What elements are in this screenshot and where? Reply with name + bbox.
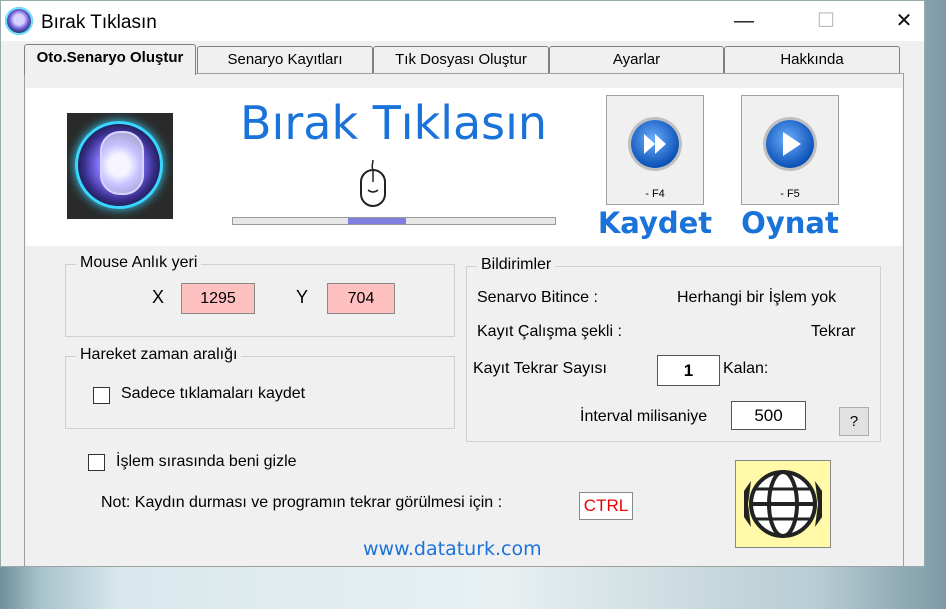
scenario-end-value: Herhangi bir İşlem yok <box>677 289 837 306</box>
scenario-end-label: Senarvo Bitince : <box>477 289 598 306</box>
record-button[interactable]: - F4 <box>606 95 704 205</box>
repeat-count-input[interactable]: 1 <box>657 355 720 386</box>
dataturk-emblem-icon <box>744 470 822 538</box>
banner-title: Bırak Tıklasın <box>240 96 548 150</box>
progress-fill <box>348 218 406 224</box>
tab-bar: Oto.Senaryo Oluştur Senaryo Kayıtları Tı… <box>24 44 904 75</box>
tab-tik-dosyasi[interactable]: Tık Dosyası Oluştur <box>373 46 549 74</box>
record-hotkey: - F4 <box>645 188 665 200</box>
clicks-only-checkbox[interactable] <box>93 387 110 404</box>
interval-label: İnterval milisaniye <box>580 408 708 425</box>
repeat-label: Kayıt Tekrar Sayısı <box>473 360 607 377</box>
fast-forward-icon <box>631 120 679 168</box>
y-label: Y <box>296 287 309 307</box>
minimize-button[interactable]: — <box>721 1 767 41</box>
note-text: Not: Kaydın durması ve programın tekrar … <box>101 494 503 511</box>
record-caption[interactable]: Kaydet <box>595 206 715 240</box>
banner: Bırak Tıklasın - F4 Kaydet - F5 Oynat <box>26 88 902 246</box>
play-hotkey: - F5 <box>780 188 800 200</box>
remaining-label: Kalan: <box>723 360 769 377</box>
mode-value: Tekrar <box>811 323 856 340</box>
move-interval-title: Hareket zaman aralığı <box>76 346 242 364</box>
tab-senaryo-kayitlari[interactable]: Senaryo Kayıtları <box>197 46 373 74</box>
progress-track <box>232 217 556 225</box>
app-window: Bırak Tıklasın — ☐ ✕ Oto.Senaryo Oluştur… <box>0 0 925 567</box>
hotkey-ctrl: CTRL <box>579 492 633 520</box>
help-button[interactable]: ? <box>839 407 869 436</box>
interval-input[interactable]: 500 <box>731 401 806 430</box>
play-caption[interactable]: Oynat <box>730 206 850 240</box>
mouse-position-title: Mouse Anlık yeri <box>76 254 202 272</box>
x-label: X <box>152 287 165 307</box>
tab-hakkinda[interactable]: Hakkında <box>724 46 900 74</box>
mode-label: Kayıt Çalışma şekli : <box>477 323 622 340</box>
tab-oto-senaryo[interactable]: Oto.Senaryo Oluştur <box>24 44 196 75</box>
logo-mouse-icon <box>100 131 144 195</box>
notifications-group: Bildirimler Senarvo Bitince : Herhangi b… <box>466 256 881 442</box>
move-interval-group: Hareket zaman aralığı Sadece tıklamaları… <box>65 346 455 429</box>
hide-checkbox[interactable] <box>88 454 105 471</box>
close-button[interactable]: ✕ <box>881 1 927 41</box>
tab-ayarlar[interactable]: Ayarlar <box>549 46 724 74</box>
app-logo <box>67 113 173 219</box>
website-link[interactable]: www.dataturk.com <box>363 538 542 560</box>
mouse-position-group: Mouse Anlık yeri X 1295 Y 704 <box>65 254 455 337</box>
app-mouse-icon <box>5 7 33 35</box>
notifications-title: Bildirimler <box>477 256 556 274</box>
x-value: 1295 <box>181 283 255 314</box>
tab-panel: Bırak Tıklasın - F4 Kaydet - F5 Oynat Mo… <box>24 73 904 567</box>
title-bar[interactable]: Bırak Tıklasın — ☐ ✕ <box>1 1 924 41</box>
window-title: Bırak Tıklasın <box>41 12 157 33</box>
play-button[interactable]: - F5 <box>741 95 839 205</box>
mouse-icon <box>360 159 386 207</box>
play-icon <box>766 120 814 168</box>
clicks-only-label[interactable]: Sadece tıklamaları kaydet <box>121 385 305 403</box>
hide-label[interactable]: İşlem sırasında beni gizle <box>116 453 297 471</box>
y-value: 704 <box>327 283 395 314</box>
maximize-button[interactable]: ☐ <box>803 1 849 41</box>
dataturk-badge[interactable] <box>735 460 831 548</box>
